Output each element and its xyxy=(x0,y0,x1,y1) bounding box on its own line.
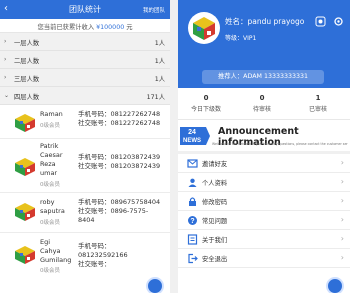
chevron-right-icon: › xyxy=(4,56,7,63)
chevron-right-icon: › xyxy=(340,177,344,186)
floating-action-button[interactable] xyxy=(326,277,344,293)
floating-action-button[interactable] xyxy=(146,277,164,293)
user-name: 姓名：pandu prayogo xyxy=(225,17,305,26)
member-list: Raman 0级会员 手机号码：081227262748 社交账号：081227… xyxy=(0,105,170,274)
profile-icon xyxy=(188,178,197,187)
menu-item-profile[interactable]: 个人资料 › xyxy=(178,173,350,192)
menu-item-logout[interactable]: 安全退出 › xyxy=(178,249,350,268)
profile-header: 姓名：pandu prayogo 等级：VIP1 推荐人：ADAM 133333… xyxy=(178,0,350,88)
news-24-icon: 24 NEWS xyxy=(180,127,210,145)
chevron-right-icon: › xyxy=(340,215,344,224)
stats-bar: 0 今日下级数 0 待审核 1 已审核 xyxy=(178,88,350,120)
member-name: roby saputra xyxy=(40,198,65,215)
level-count: 1人 xyxy=(154,76,165,83)
member-name: Egi Cahya Gumilang xyxy=(40,238,72,264)
my-team-link[interactable]: 我的团队 xyxy=(143,6,165,14)
avatar xyxy=(15,114,35,132)
stat-today[interactable]: 0 今日下级数 xyxy=(178,94,234,113)
member-name: Raman xyxy=(40,110,63,118)
member-level: 0级会员 xyxy=(40,268,60,274)
info-icon xyxy=(187,234,198,245)
user-grade: 等级：VIP1 xyxy=(225,35,257,42)
chevron-right-icon: › xyxy=(340,196,344,205)
member-level: 0级会员 xyxy=(40,123,60,129)
menu-item-faq[interactable]: ? 常见问题 › xyxy=(178,211,350,230)
list-item[interactable]: Egi Cahya Gumilang 0级会员 手机号码： 081232592166… xyxy=(0,233,170,274)
level-label: 三层人数 xyxy=(14,76,40,83)
avatar xyxy=(15,158,35,176)
svg-text:24: 24 xyxy=(188,129,196,136)
level-row-1[interactable]: › 一层人数 1人 xyxy=(0,33,170,51)
level-label: 二层人数 xyxy=(14,58,40,65)
menu-item-about[interactable]: 关于我们 › xyxy=(178,230,350,249)
announcement-banner[interactable]: 24 NEWS Announcement information Welcome… xyxy=(178,120,350,154)
referrer-info: 推荐人：ADAM 13333333331 xyxy=(202,70,324,84)
level-row-4[interactable]: ⌄ 四层人数 171人 xyxy=(0,87,170,105)
chevron-right-icon: › xyxy=(340,158,344,167)
chevron-right-icon: › xyxy=(340,234,344,243)
income-suffix: 元 xyxy=(124,24,133,31)
announcement-ticker: Welcome to the network. If you have any … xyxy=(212,142,348,146)
svg-text:NEWS: NEWS xyxy=(183,138,201,144)
question-icon: ? xyxy=(188,216,197,225)
level-count: 1人 xyxy=(154,40,165,47)
avatar[interactable] xyxy=(188,12,220,44)
list-item[interactable]: Patrik Caesar Reza umar 0级会员 手机号码：081203872… xyxy=(0,139,170,193)
member-level: 0级会员 xyxy=(40,182,60,188)
member-name: Patrik Caesar Reza umar xyxy=(40,142,63,177)
stat-pending[interactable]: 0 待审核 xyxy=(234,94,290,113)
level-count: 171人 xyxy=(146,94,165,101)
menu-item-password[interactable]: 修改密码 › xyxy=(178,192,350,211)
income-amount: ¥100000 xyxy=(96,24,125,31)
member-contact: 手机号码：081227262748 社交账号：081227262748 xyxy=(78,110,161,128)
level-row-2[interactable]: › 二层人数 1人 xyxy=(0,51,170,69)
member-contact: 手机号码： 081232592166 社交账号： xyxy=(78,242,128,269)
team-stats-screen: ‹ 团队统计 我的团队 您当前已获累计收入 ¥100000 元 › 一层人数 1… xyxy=(0,0,170,293)
invite-icon xyxy=(187,159,198,168)
level-label: 四层人数 xyxy=(14,94,40,101)
menu-item-invite[interactable]: 邀请好友 › xyxy=(178,154,350,173)
chevron-right-icon: › xyxy=(4,74,7,81)
member-level: 0级会员 xyxy=(40,220,60,226)
settings-icon[interactable] xyxy=(333,16,344,27)
logout-icon xyxy=(188,253,198,264)
income-summary: 您当前已获累计收入 ¥100000 元 xyxy=(0,19,170,33)
header-bar: ‹ 团队统计 我的团队 xyxy=(0,0,170,19)
svg-text:?: ? xyxy=(190,218,194,225)
member-contact: 手机号码：089675758404 社交账号：0896-7575- 8404 xyxy=(78,198,161,225)
member-contact: 手机号码：081203872439 社交账号：081203872439 xyxy=(78,153,161,171)
menu-list: 邀请好友 › 个人资料 › 修改密码 › ? 常见问题 › 关于我们 › 安全退出 › xyxy=(178,154,350,268)
stat-approved[interactable]: 1 已审核 xyxy=(290,94,346,113)
chevron-right-icon: › xyxy=(340,253,344,262)
level-row-3[interactable]: › 三层人数 1人 xyxy=(0,69,170,87)
lock-icon xyxy=(189,197,196,206)
logo-cube-icon xyxy=(193,17,215,40)
avatar xyxy=(15,246,35,264)
profile-screen: 姓名：pandu prayogo 等级：VIP1 推荐人：ADAM 133333… xyxy=(178,0,350,293)
customer-service-icon[interactable] xyxy=(315,16,326,27)
level-label: 一层人数 xyxy=(14,40,40,47)
income-prefix: 您当前已获累计收入 xyxy=(37,24,97,31)
chevron-right-icon: › xyxy=(4,38,7,45)
list-item[interactable]: Raman 0级会员 手机号码：081227262748 社交账号：081227… xyxy=(0,105,170,139)
level-count: 1人 xyxy=(154,58,165,65)
chevron-down-icon: ⌄ xyxy=(4,92,10,99)
avatar xyxy=(15,203,35,221)
list-item[interactable]: roby saputra 0级会员 手机号码：089675758404 社交账号：… xyxy=(0,193,170,233)
